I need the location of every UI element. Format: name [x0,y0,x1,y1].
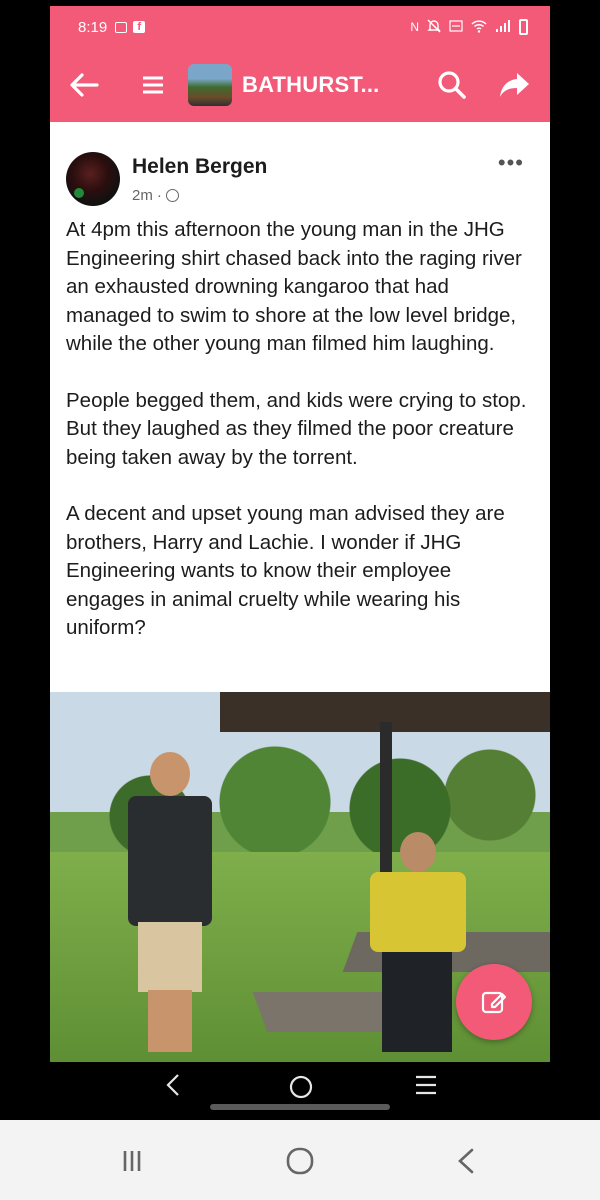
avatar-detail [74,188,84,198]
post-body: At 4pm this afternoon the young man in t… [50,204,550,643]
status-right-icons: N [410,19,528,36]
person-legs [148,990,192,1052]
recents-icon[interactable] [114,1146,150,1176]
system-navigation-bar [0,1120,600,1200]
photo-person-seated [360,832,470,1052]
search-icon[interactable] [436,69,468,101]
nfc-icon: N [410,20,419,34]
app-navigation-bar [50,1062,550,1118]
back-arrow-icon[interactable] [68,69,100,101]
status-time: 8:19 [78,18,108,36]
status-bar: 8:19 f N [50,6,550,48]
post-header: Helen Bergen 2m · ••• [50,122,550,206]
signal-icon [495,19,511,36]
post-timestamp[interactable]: 2m [132,187,153,204]
recents-icon[interactable] [414,1074,438,1103]
home-icon[interactable] [282,1146,318,1176]
post-paragraph: People begged them, and kids were crying… [66,388,527,469]
post-meta: 2m · [132,187,179,204]
avatar[interactable] [66,152,120,206]
compose-button[interactable] [456,964,532,1040]
menu-icon[interactable] [140,72,166,98]
person-head [400,832,436,872]
person-legs [382,952,452,1052]
back-icon[interactable] [165,1072,181,1105]
person-head [150,752,190,796]
group-thumbnail[interactable] [188,64,232,106]
home-icon[interactable] [288,1074,314,1107]
app-screen: 8:19 f N BATHURST... Helen Bergen 2m · •… [50,6,550,1118]
more-options-icon[interactable]: ••• [498,152,524,174]
meta-separator: · [156,187,162,204]
wifi-icon [471,19,487,36]
volte-icon [449,19,463,36]
group-title[interactable]: BATHURST... [242,72,379,98]
share-icon[interactable] [498,68,532,102]
author-name[interactable]: Helen Bergen [132,155,267,179]
app-bar: BATHURST... [50,48,550,122]
mute-icon [427,19,441,36]
post: Helen Bergen 2m · ••• At 4pm this aftern… [50,122,550,671]
audience-icon [165,189,179,202]
gesture-bar[interactable] [210,1104,390,1110]
photo-person-standing [120,752,220,1052]
status-left-icons: f [115,21,146,33]
back-icon[interactable] [448,1146,484,1176]
person-shorts [138,922,202,992]
post-paragraph: At 4pm this afternoon the young man in t… [66,218,522,355]
person-torso [370,872,466,952]
post-paragraph: A decent and upset young man advised the… [66,502,505,639]
battery-icon [519,19,528,35]
facebook-icon: f [133,21,146,33]
person-torso [128,796,212,926]
edit-icon [481,991,507,1014]
gallery-icon [115,21,128,33]
